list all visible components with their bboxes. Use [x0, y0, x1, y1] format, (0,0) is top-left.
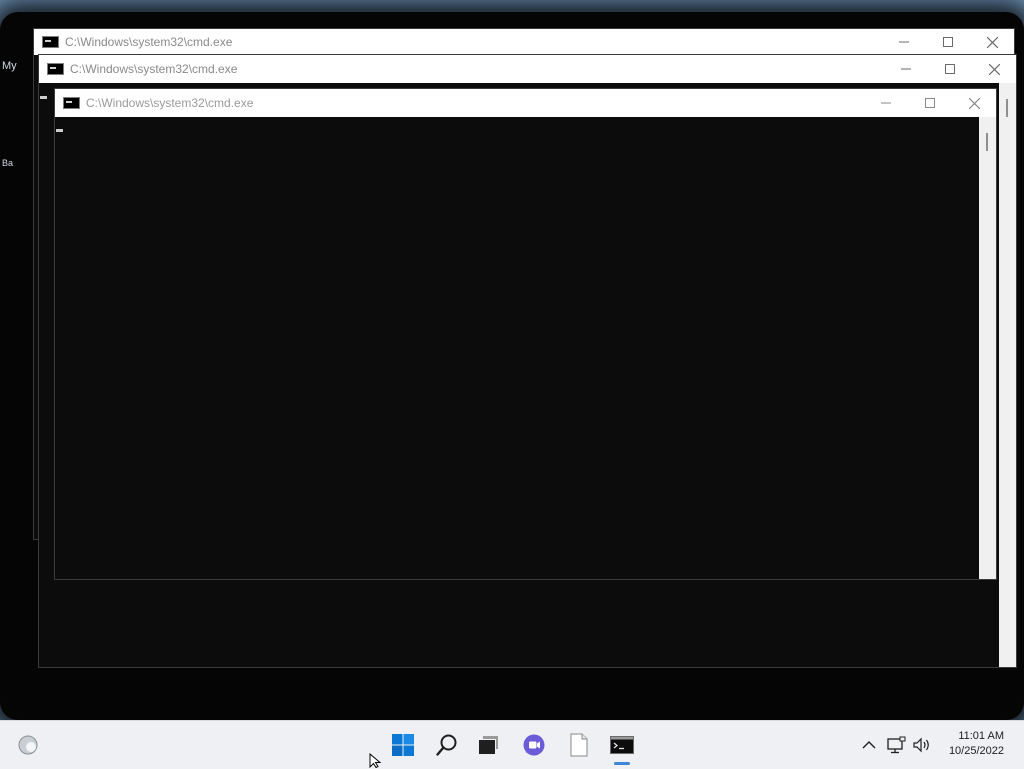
close-icon	[986, 36, 998, 48]
clock[interactable]: 11:01 AM 10/25/2022	[938, 730, 1004, 757]
text-cursor	[40, 96, 47, 99]
show-hidden-icons-button[interactable]	[858, 721, 880, 769]
start-button[interactable]	[384, 721, 422, 769]
minimize-icon	[881, 102, 891, 104]
maximize-icon	[925, 98, 935, 108]
cmd-icon	[63, 97, 80, 109]
clock-date: 10/25/2022	[948, 745, 1004, 757]
desktop: My Ba C:\Windows\system32\cmd.exe C:\Win…	[0, 0, 1024, 720]
close-button[interactable]	[952, 89, 996, 117]
cmd-icon	[42, 36, 59, 48]
window-title: C:\Windows\system32\cmd.exe	[70, 62, 238, 76]
maximize-icon	[945, 64, 955, 74]
active-app-indicator	[614, 762, 630, 765]
volume-button[interactable]	[910, 721, 934, 769]
minimize-button[interactable]	[864, 89, 908, 117]
notepad-button[interactable]	[560, 721, 598, 769]
clock-time: 11:01 AM	[958, 730, 1004, 742]
search-button[interactable]	[428, 721, 466, 769]
scrollbar-thumb[interactable]	[986, 133, 988, 151]
search-icon	[436, 734, 457, 756]
chevron-up-icon	[862, 741, 876, 749]
close-button[interactable]	[972, 55, 1016, 83]
close-icon	[988, 63, 1000, 75]
scrollbar[interactable]	[999, 83, 1016, 667]
notepad-icon	[570, 733, 588, 757]
windows-start-icon	[392, 734, 414, 756]
chat-button[interactable]	[515, 721, 553, 769]
window-title: C:\Windows\system32\cmd.exe	[86, 96, 254, 110]
widgets-icon	[18, 735, 38, 755]
maximize-button[interactable]	[908, 89, 952, 117]
desktop-icon-label[interactable]: My	[2, 60, 17, 72]
cmd-window-front[interactable]: C:\Windows\system32\cmd.exe	[54, 88, 997, 580]
text-cursor	[56, 129, 63, 132]
titlebar[interactable]: C:\Windows\system32\cmd.exe	[34, 29, 1014, 55]
task-view-icon	[479, 736, 498, 754]
titlebar[interactable]: C:\Windows\system32\cmd.exe	[55, 89, 996, 117]
maximize-button[interactable]	[928, 55, 972, 83]
cmd-taskbar-icon	[610, 736, 634, 754]
maximize-icon	[943, 37, 953, 47]
minimize-icon	[899, 41, 909, 43]
close-icon	[968, 97, 980, 109]
network-button[interactable]	[884, 721, 908, 769]
close-button[interactable]	[970, 29, 1014, 55]
teams-chat-icon	[523, 734, 545, 756]
task-view-button[interactable]	[469, 721, 507, 769]
desktop-icon-label[interactable]: Ba	[2, 158, 13, 168]
minimize-icon	[901, 68, 911, 70]
titlebar[interactable]: C:\Windows\system32\cmd.exe	[39, 55, 1016, 83]
minimize-button[interactable]	[884, 55, 928, 83]
network-icon	[887, 736, 906, 754]
window-title: C:\Windows\system32\cmd.exe	[65, 35, 233, 49]
minimize-button[interactable]	[882, 29, 926, 55]
mouse-pointer-icon	[369, 753, 382, 768]
widgets-button[interactable]	[10, 721, 46, 769]
scrollbar-thumb[interactable]	[1006, 99, 1008, 117]
volume-icon	[913, 737, 929, 753]
maximize-button[interactable]	[926, 29, 970, 55]
cmd-icon	[47, 63, 64, 75]
console-area[interactable]	[55, 117, 979, 579]
taskbar: 11:01 AM 10/25/2022	[0, 720, 1024, 769]
scrollbar[interactable]	[979, 117, 996, 579]
